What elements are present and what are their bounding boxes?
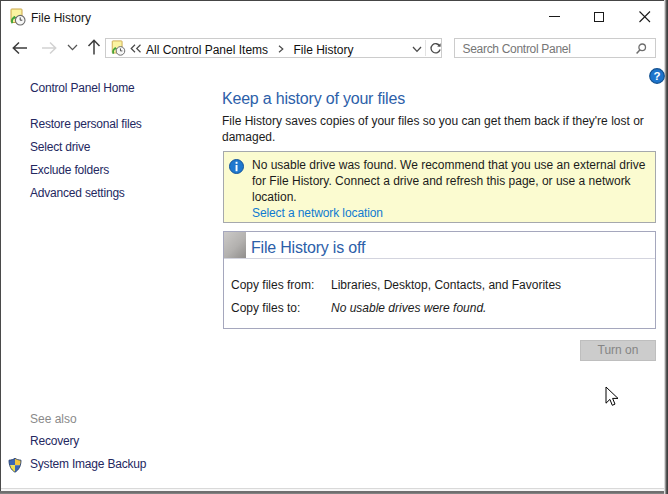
border-left — [0, 0, 1, 494]
link-exclude[interactable]: Exclude folders — [30, 162, 109, 178]
fh-box: File History is off Copy files from: Lib… — [223, 231, 656, 329]
btn-close[interactable] — [639, 11, 651, 23]
row2-value: No usable drives were found. — [331, 300, 486, 316]
row2-label: Copy files to: — [231, 300, 300, 316]
title-text: File History — [31, 10, 91, 26]
nav-drop[interactable] — [67, 44, 78, 51]
app-icon — [9, 8, 27, 27]
see-also: See also — [30, 411, 77, 427]
search-placeholder: Search Control Panel — [463, 41, 571, 57]
address-bar: All Control Panel Items File History — [105, 38, 442, 58]
btn-min[interactable] — [549, 16, 560, 17]
addr-chevl — [130, 44, 142, 53]
uac-shield — [8, 458, 22, 473]
search-box[interactable]: Search Control Panel — [454, 38, 656, 58]
crumb-sep — [278, 45, 284, 53]
nav-up[interactable] — [87, 39, 101, 56]
link-network[interactable]: Select a network location — [252, 205, 383, 221]
fh-title: File History is off — [251, 237, 365, 259]
row1-label: Copy files from: — [231, 277, 314, 293]
cursor — [605, 386, 619, 407]
nav-back[interactable] — [12, 41, 29, 55]
btn-turnon[interactable]: Turn on — [580, 340, 656, 361]
search-icon — [635, 43, 647, 55]
link-advanced[interactable]: Advanced settings — [30, 185, 125, 201]
heading: Keep a history of your files — [222, 88, 405, 110]
warning-box: No usable drive was found. We recommend … — [223, 151, 656, 223]
intro: File History saves copies of your files … — [222, 113, 644, 145]
link-select[interactable]: Select drive — [30, 139, 90, 155]
titlebar: File History — [1, 1, 664, 32]
addr-refresh[interactable] — [429, 42, 442, 55]
toolbar: All Control Panel Items File History Sea… — [1, 32, 664, 62]
warning-text: No usable drive was found. We recommend … — [252, 157, 645, 205]
nav-fwd — [40, 41, 57, 55]
link-recovery[interactable]: Recovery — [30, 433, 79, 449]
addr-drop[interactable] — [412, 46, 422, 53]
link-sib[interactable]: System Image Backup — [30, 456, 146, 472]
info-icon — [229, 159, 244, 174]
file-history-window: File History — [0, 0, 668, 494]
fh-glyph — [224, 232, 246, 258]
row1-value: Libraries, Desktop, Contacts, and Favori… — [331, 277, 561, 293]
link-restore[interactable]: Restore personal files — [30, 116, 142, 132]
crumb-1[interactable]: All Control Panel Items — [146, 42, 268, 58]
crumb-2[interactable]: File History — [294, 42, 354, 58]
link-cph[interactable]: Control Panel Home — [30, 80, 134, 96]
svg-text:?: ? — [653, 70, 660, 82]
help-icon[interactable]: ? — [649, 68, 665, 84]
btn-max[interactable] — [594, 12, 604, 22]
addr-icon — [110, 40, 127, 57]
fh-underline — [224, 258, 655, 259]
